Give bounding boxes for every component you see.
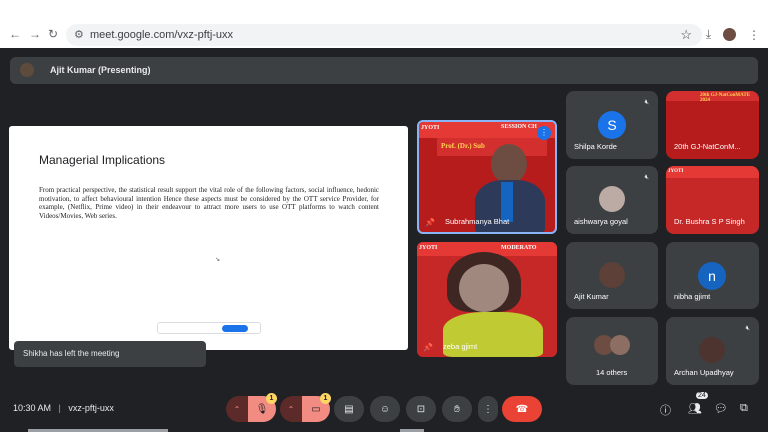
participant-initial: S xyxy=(598,111,626,139)
present-icon: ⊡ xyxy=(416,403,426,415)
profile-avatar[interactable] xyxy=(723,28,736,41)
left-meeting-toast: Shikha has left the meeting xyxy=(14,341,206,367)
participant-name: Subrahmanya Bhat xyxy=(445,217,510,226)
slide-title: Managerial Implications xyxy=(39,153,166,167)
separator: | xyxy=(58,403,61,413)
others-count: 14 others xyxy=(596,368,628,377)
hand-icon: ✋︎ xyxy=(454,403,460,415)
participant-tile[interactable]: 🔇︎ aishwarya goyal xyxy=(566,166,658,234)
participant-name: Archan Upadhyay xyxy=(674,368,734,377)
raise-hand-button[interactable]: ✋︎ xyxy=(442,396,472,422)
mic-muted-icon: 🔇︎ xyxy=(644,174,649,181)
reactions-button[interactable]: ☺ xyxy=(370,396,400,422)
chat-icon[interactable]: 💬︎ xyxy=(714,402,728,415)
address-bar[interactable]: ⚙ meet.google.com/vxz-pftj-uxx ☆ xyxy=(66,24,702,46)
speaker-face xyxy=(459,264,509,312)
video-tile-zeba[interactable]: JYOTI MODERATO 📌 zeba gjimt xyxy=(417,242,557,357)
banner-text: 20th GJ-NatConMATE 2024 xyxy=(700,93,751,103)
participant-photo xyxy=(599,186,625,212)
banner-text: JYOTI xyxy=(668,169,684,174)
participant-name: nibha gjimt xyxy=(674,292,711,301)
mic-warning-badge: 1 xyxy=(266,393,277,404)
others-tile[interactable]: 14 others xyxy=(566,317,658,385)
video-tile-subrahmanya[interactable]: JYOTI SESSION CH Prof. (Dr.) Sub ⋮ 📌 Sub… xyxy=(417,120,557,234)
name-banner-text: Prof. (Dr.) Sub xyxy=(441,142,485,150)
slide-body: From practical perspective, the statisti… xyxy=(39,186,379,220)
pin-icon[interactable]: 📌 xyxy=(423,343,433,352)
participant-name: 20th GJ-NatConM... xyxy=(674,142,741,151)
shared-screen: Managerial Implications From practical p… xyxy=(9,126,408,350)
back-arrow-icon[interactable]: ← xyxy=(9,27,21,41)
camera-off-icon: ▭ xyxy=(311,403,321,415)
mic-off-icon: 🎙︎ xyxy=(255,403,269,415)
participant-tile[interactable]: JYOTI Dr. Bushra S P Singh xyxy=(666,166,759,234)
site-settings-icon[interactable]: ⚙ xyxy=(74,28,84,41)
participant-tile[interactable]: 20th GJ-NatConMATE 2024 20th GJ-NatConM.… xyxy=(666,91,759,159)
meeting-info: 10:30 AM | vxz-pftj-uxx xyxy=(13,403,114,413)
camera-options-chevron-icon[interactable]: ⌃ xyxy=(280,396,302,422)
participant-initial: n xyxy=(698,262,726,290)
meeting-details-icon[interactable]: ⓘ xyxy=(660,402,671,418)
captions-icon: ▤ xyxy=(344,403,354,415)
header-logo: JYOTI xyxy=(421,125,440,131)
moderator-banner-text: MODERATO xyxy=(501,245,537,251)
camera-warning-badge: 1 xyxy=(320,393,331,404)
participant-name: aishwarya goyal xyxy=(574,217,628,226)
speaking-indicator-icon: ⋮ xyxy=(537,126,551,140)
sharing-notice-bar xyxy=(157,322,261,334)
meeting-code: vxz-pftj-uxx xyxy=(68,403,114,413)
forward-arrow-icon[interactable]: → xyxy=(29,27,41,41)
reload-icon[interactable]: ↻ xyxy=(48,27,58,41)
phone-hangup-icon: ☎︎ xyxy=(515,403,529,415)
activities-icon[interactable]: ⧉ xyxy=(740,402,748,415)
participant-name: Dr. Bushra S P Singh xyxy=(674,217,745,226)
header-logo: JYOTI xyxy=(419,245,438,251)
people-icon[interactable]: 👥︎ xyxy=(688,402,702,415)
more-vert-icon: ⋮ xyxy=(483,403,493,415)
presenter-avatar xyxy=(20,63,34,77)
participant-tile[interactable]: n nibha gjimt xyxy=(666,242,759,309)
presenter-bar: Ajit Kumar (Presenting) xyxy=(10,57,758,84)
participant-name: Shilpa Korde xyxy=(574,142,617,151)
participant-tile[interactable]: 🔇︎ S Shilpa Korde xyxy=(566,91,658,159)
presenter-label: Ajit Kumar (Presenting) xyxy=(50,65,151,75)
captions-button[interactable]: ▤ xyxy=(334,396,364,422)
participant-name: zeba gjimt xyxy=(443,342,478,351)
participant-photo xyxy=(610,335,630,355)
speaker-tie xyxy=(501,182,513,222)
present-screen-button[interactable]: ⊡ xyxy=(406,396,436,422)
stop-sharing-button[interactable] xyxy=(222,325,248,332)
participant-photo xyxy=(599,262,625,288)
more-vert-icon[interactable]: ⋮ xyxy=(748,28,760,42)
participant-tile[interactable]: Ajit Kumar xyxy=(566,242,658,309)
participant-photo xyxy=(699,337,725,363)
mic-muted-icon: 🔇︎ xyxy=(644,99,649,106)
more-options-button[interactable]: ⋮ xyxy=(478,396,498,422)
download-icon[interactable]: ⤓ xyxy=(706,27,711,42)
participant-name: Ajit Kumar xyxy=(574,292,609,301)
url-text[interactable]: meet.google.com/vxz-pftj-uxx xyxy=(90,29,233,41)
clock-time: 10:30 AM xyxy=(13,403,52,413)
mic-muted-icon: 🔇︎ xyxy=(745,325,750,332)
participant-tile[interactable]: 🔇︎ Archan Upadhyay xyxy=(666,317,759,385)
pin-icon[interactable]: 📌 xyxy=(425,218,435,227)
browser-toolbar: ← → ↻ ⚙ meet.google.com/vxz-pftj-uxx ☆ ⤓… xyxy=(0,0,768,48)
star-icon[interactable]: ☆ xyxy=(680,27,692,43)
session-banner-text: SESSION CH xyxy=(501,124,537,130)
cursor-mark: ↘ xyxy=(215,257,221,263)
speaker-head xyxy=(491,144,527,184)
mic-options-chevron-icon[interactable]: ⌃ xyxy=(226,396,248,422)
people-count-badge: 24 xyxy=(696,392,708,399)
emoji-icon: ☺ xyxy=(379,403,391,415)
toast-text: Shikha has left the meeting xyxy=(23,349,120,358)
leave-call-button[interactable]: ☎︎ xyxy=(502,396,542,422)
